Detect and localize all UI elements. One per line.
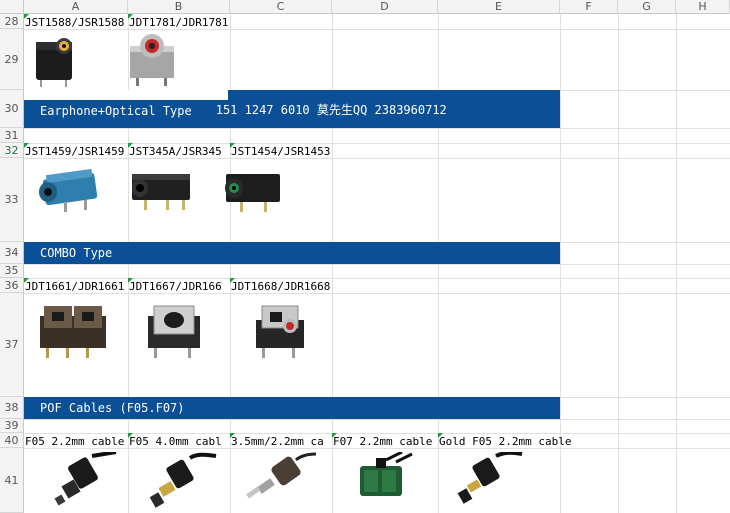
- row-header-38[interactable]: 38: [0, 397, 24, 419]
- rca-jack-photo: [36, 38, 72, 87]
- select-all-corner[interactable]: [0, 0, 24, 14]
- row-header-41[interactable]: 41: [0, 448, 24, 513]
- cell-b36[interactable]: JDT1667/JDR166: [129, 280, 222, 293]
- blue-audio-jack-photo: [39, 168, 98, 212]
- red-optical-jack-photo: [256, 305, 304, 358]
- cell-c36[interactable]: JDT1668/JDR1668: [231, 280, 330, 293]
- cell-b32[interactable]: JST345A/JSR345: [129, 145, 222, 158]
- row-header-36[interactable]: 36: [0, 278, 24, 293]
- section-banner-pof-cables: POF Cables (F05.F07): [24, 397, 560, 419]
- column-header-a[interactable]: A: [24, 0, 128, 14]
- row-header-30[interactable]: 30: [0, 90, 24, 128]
- section-banner-earphone-optical: Earphone+Optical Type 151 1247 6010 莫先生Q…: [24, 90, 560, 128]
- column-header-b[interactable]: B: [128, 0, 230, 14]
- row-header-34[interactable]: 34: [0, 242, 24, 264]
- dual-optical-jack-photo: [40, 306, 106, 358]
- column-header-c[interactable]: C: [230, 0, 332, 14]
- gold-f05-plug-photo: [457, 452, 523, 504]
- spreadsheet-grid[interactable]: A B C D E F G H 28 29 30 31 32 33 34 35 …: [0, 0, 730, 513]
- grid-line: [24, 158, 730, 159]
- grid-line: [24, 128, 730, 129]
- cell-b40[interactable]: F05 4.0mm cabl: [129, 435, 222, 448]
- gold-toslink-cable-photo: [149, 452, 217, 508]
- green-duplex-connector-photo: [360, 452, 413, 496]
- black-audio-jack-photo: [132, 174, 190, 210]
- cell-c40[interactable]: 3.5mm/2.2mm ca: [231, 435, 324, 448]
- optical-rca-jack-photo: [130, 34, 174, 86]
- row-header-40[interactable]: 40: [0, 433, 24, 448]
- row-header-28[interactable]: 28: [0, 14, 24, 29]
- section-title: COMBO Type: [40, 246, 113, 260]
- column-header-e[interactable]: E: [438, 0, 560, 14]
- cell-c32[interactable]: JST1454/JSR1453: [231, 145, 330, 158]
- banner-notch: [24, 90, 228, 100]
- mono-plug-cable-photo: [246, 452, 317, 499]
- row-header-32[interactable]: 32: [0, 143, 24, 158]
- grid-line: [24, 293, 730, 294]
- cell-a36[interactable]: JDT1661/JDR1661: [25, 280, 124, 293]
- contact-info: 151 1247 6010 莫先生QQ 2383960712: [215, 103, 447, 117]
- grid-line: [24, 448, 730, 449]
- grid-line: [24, 264, 730, 265]
- column-header-h[interactable]: H: [676, 0, 730, 14]
- row-header-35[interactable]: 35: [0, 264, 24, 278]
- cell-a40[interactable]: F05 2.2mm cable: [25, 435, 124, 448]
- green-audio-jack-photo: [225, 174, 280, 212]
- row-header-37[interactable]: 37: [0, 293, 24, 397]
- cell-a28[interactable]: JST1588/JSR1588: [25, 16, 124, 29]
- grid-line: [24, 29, 730, 30]
- row-header-39[interactable]: 39: [0, 419, 24, 433]
- section-title: POF Cables (F05.F07): [40, 401, 185, 415]
- cell-a32[interactable]: JST1459/JSR1459: [25, 145, 124, 158]
- column-header-f[interactable]: F: [560, 0, 618, 14]
- row-header-33[interactable]: 33: [0, 158, 24, 242]
- row-header-31[interactable]: 31: [0, 128, 24, 143]
- silver-optical-jack-photo: [148, 305, 200, 358]
- cell-d40[interactable]: F07 2.2mm cable: [333, 435, 432, 448]
- row-header-29[interactable]: 29: [0, 29, 24, 90]
- section-title: Earphone+Optical Type: [40, 104, 192, 118]
- cell-b28[interactable]: JDT1781/JDR1781: [129, 16, 228, 29]
- section-banner-combo: COMBO Type: [24, 242, 560, 264]
- grid-line: [24, 419, 730, 420]
- column-header-g[interactable]: G: [618, 0, 676, 14]
- cell-e40[interactable]: Gold F05 2.2mm cable: [439, 435, 571, 448]
- toslink-cable-photo: [54, 452, 117, 506]
- column-header-d[interactable]: D: [332, 0, 438, 14]
